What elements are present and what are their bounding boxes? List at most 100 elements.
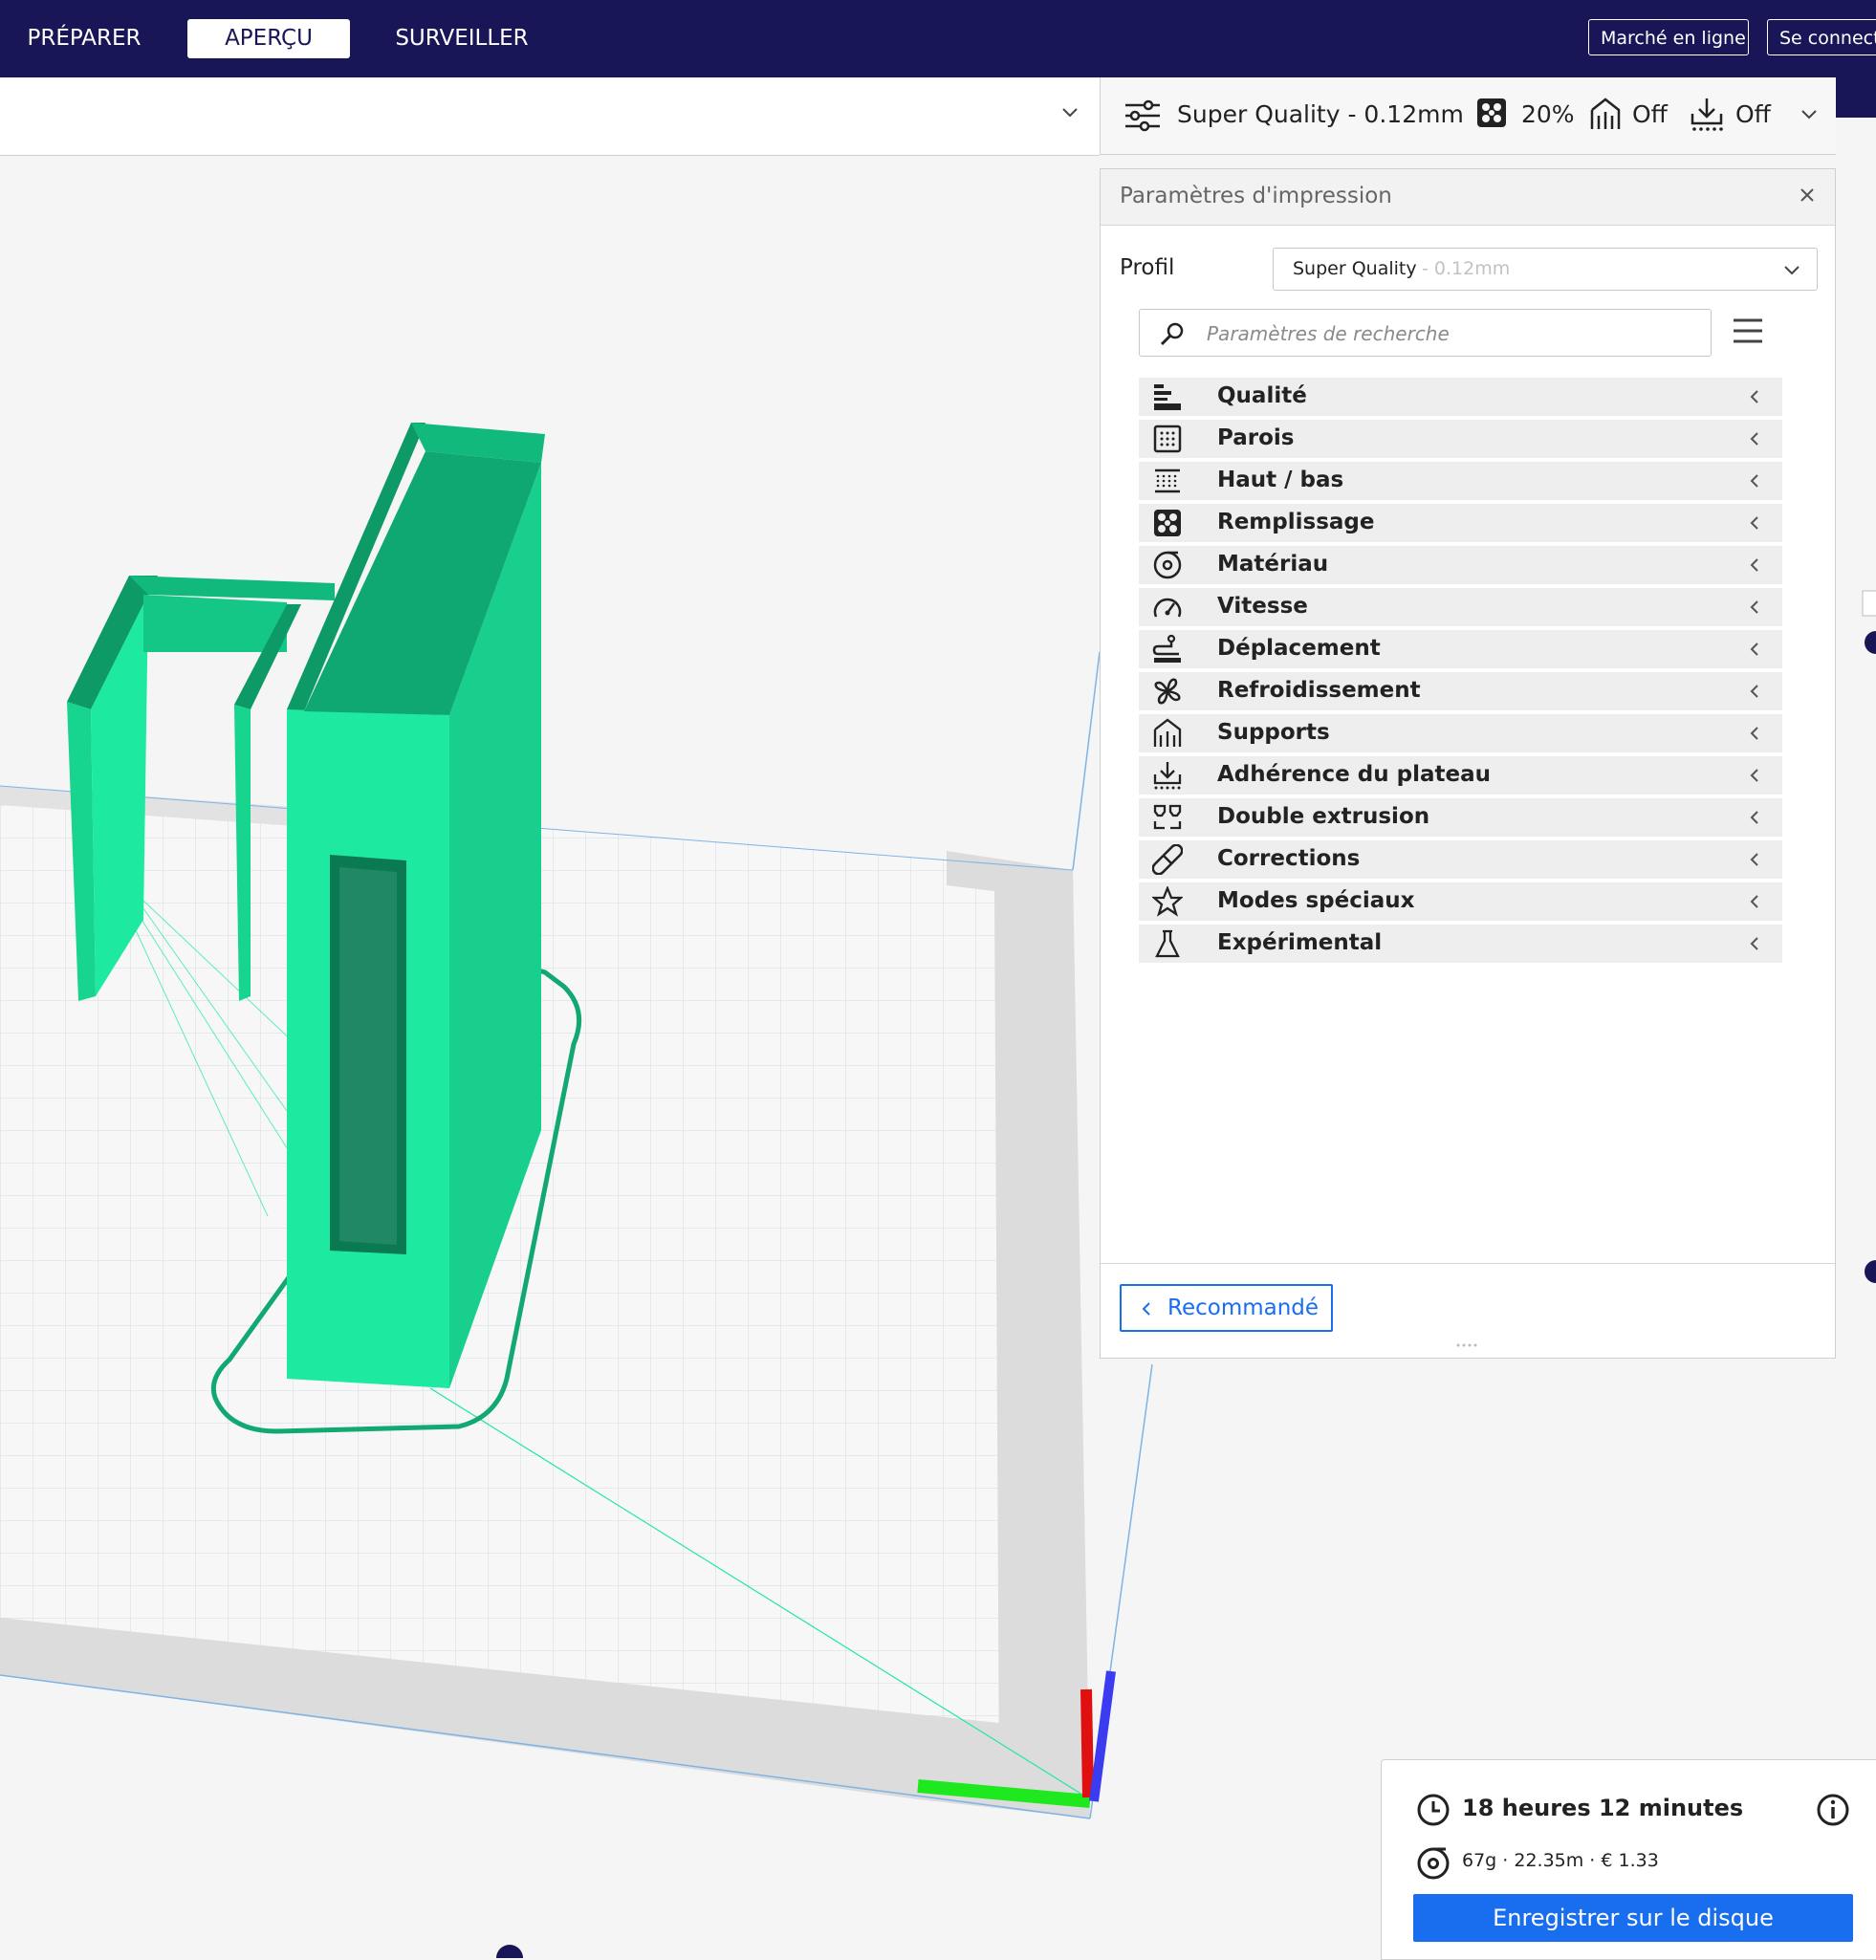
cooling-icon (1154, 678, 1181, 705)
layer-slider-top-handle[interactable] (1865, 631, 1876, 654)
layer-slider-handle[interactable] (496, 1945, 523, 1958)
category-infill[interactable]: Remplissage (1139, 504, 1782, 542)
chevron-left-icon (1750, 727, 1758, 740)
fixes-icon (1152, 844, 1183, 875)
category-speed[interactable]: Vitesse (1139, 588, 1782, 626)
recommended-label: Recommandé (1167, 1296, 1320, 1320)
info-icon[interactable] (1816, 1793, 1850, 1827)
profile-name: Super Quality (1293, 258, 1417, 279)
category-dual-extrusion[interactable]: Double extrusion (1139, 798, 1782, 837)
chevron-left-icon (1750, 853, 1758, 866)
close-icon[interactable] (1797, 185, 1818, 206)
settings-category-list: Qualité Parois Haut / bas Remplissage Ma… (1139, 378, 1782, 967)
chevron-left-icon (1142, 1302, 1150, 1316)
menu-icon[interactable] (1732, 315, 1764, 347)
category-experimental[interactable]: Expérimental (1139, 925, 1782, 963)
chevron-left-icon (1750, 685, 1758, 698)
category-material[interactable]: Matériau (1139, 546, 1782, 584)
chevron-left-icon (1750, 937, 1758, 950)
profile-label: Profil (1120, 255, 1175, 280)
chevron-left-icon (1750, 474, 1758, 488)
category-label: Matériau (1217, 552, 1329, 577)
category-label: Qualité (1217, 383, 1307, 408)
search-icon (1160, 322, 1184, 346)
chevron-left-icon (1750, 390, 1758, 403)
category-label: Expérimental (1217, 930, 1383, 955)
panel-title: Paramètres d'impression (1120, 184, 1392, 208)
dual-extrusion-icon (1153, 804, 1182, 830)
support-icon (1153, 718, 1182, 747)
chevron-left-icon (1750, 769, 1758, 782)
quality-icon (1154, 384, 1181, 410)
z-axis (1080, 1688, 1094, 1798)
category-support[interactable]: Supports (1139, 714, 1782, 752)
category-top-bottom[interactable]: Haut / bas (1139, 462, 1782, 500)
travel-icon (1152, 634, 1181, 663)
print-setup-bar[interactable]: Super Quality - 0.12mm 20% Off Off (1100, 77, 1836, 155)
settings-search[interactable] (1139, 309, 1712, 357)
search-input[interactable] (1205, 318, 1687, 349)
chevron-left-icon (1750, 516, 1758, 530)
category-label: Remplissage (1217, 510, 1375, 534)
category-label: Déplacement (1217, 636, 1381, 661)
speed-icon (1153, 598, 1182, 618)
resize-handle[interactable] (1454, 1343, 1481, 1347)
walls-icon (1153, 425, 1182, 453)
experimental-icon (1155, 929, 1180, 958)
clock-icon (1417, 1794, 1450, 1826)
category-label: Modes spéciaux (1217, 888, 1415, 913)
recommended-button[interactable]: Recommandé (1120, 1284, 1333, 1332)
category-quality[interactable]: Qualité (1139, 378, 1782, 416)
top-bar: PRÉPARER APERÇU SURVEILLER Marché en lig… (0, 0, 1876, 77)
layer-number-box[interactable] (1862, 590, 1876, 617)
profile-layer-height: - 0.12mm (1422, 258, 1511, 279)
printer-selector[interactable] (0, 77, 1100, 156)
layer-slider-bottom-handle[interactable] (1865, 1260, 1876, 1283)
top-bottom-icon (1155, 468, 1180, 493)
tab-monitor[interactable]: SURVEILLER (384, 19, 539, 58)
category-walls[interactable]: Parois (1139, 420, 1782, 458)
header-edge (1836, 77, 1876, 118)
chevron-down-icon (1784, 266, 1800, 275)
save-to-disk-button[interactable]: Enregistrer sur le disque (1413, 1894, 1853, 1942)
material-icon (1417, 1847, 1450, 1880)
infill-icon (1154, 510, 1181, 536)
print-settings-panel: Paramètres d'impression Profil Super Qua… (1100, 168, 1836, 1359)
print-time: 18 heures 12 minutes (1462, 1795, 1744, 1821)
category-label: Refroidissement (1217, 678, 1421, 703)
panel-divider (1101, 1263, 1835, 1264)
support-value: Off (1632, 100, 1668, 128)
category-special-modes[interactable]: Modes spéciaux (1139, 882, 1782, 921)
category-label: Haut / bas (1217, 468, 1344, 492)
category-fixes[interactable]: Corrections (1139, 840, 1782, 879)
support-icon (1590, 98, 1621, 129)
adhesion-value: Off (1735, 100, 1771, 128)
job-specs-panel: 18 heures 12 minutes 67g · 22.35m · € 1.… (1381, 1759, 1876, 1960)
material-stats: 67g · 22.35m · € 1.33 (1462, 1850, 1659, 1871)
chevron-down-icon (1062, 108, 1078, 118)
adhesion-icon (1691, 98, 1723, 131)
category-travel[interactable]: Déplacement (1139, 630, 1782, 668)
profile-summary: Super Quality - 0.12mm (1177, 100, 1464, 128)
tab-preview[interactable]: APERÇU (187, 19, 350, 58)
category-label: Corrections (1217, 846, 1361, 871)
category-adhesion[interactable]: Adhérence du plateau (1139, 756, 1782, 795)
chevron-left-icon (1750, 642, 1758, 656)
category-label: Vitesse (1217, 594, 1308, 619)
category-cooling[interactable]: Refroidissement (1139, 672, 1782, 710)
tab-prepare[interactable]: PRÉPARER (13, 19, 155, 58)
chevron-left-icon (1750, 811, 1758, 824)
category-label: Supports (1217, 720, 1330, 745)
chevron-left-icon (1750, 895, 1758, 908)
panel-header: Paramètres d'impression (1101, 169, 1835, 226)
signin-button[interactable]: Se connecter (1767, 19, 1876, 55)
infill-icon (1477, 98, 1506, 127)
profile-dropdown[interactable]: Super Quality - 0.12mm (1273, 248, 1818, 291)
settings-sliders-icon (1125, 99, 1160, 132)
volume-edge (1072, 651, 1101, 871)
special-modes-icon (1152, 886, 1183, 917)
material-icon (1153, 551, 1182, 579)
category-label: Parois (1217, 425, 1295, 450)
chevron-left-icon (1750, 600, 1758, 614)
marketplace-button[interactable]: Marché en ligne (1588, 19, 1749, 55)
